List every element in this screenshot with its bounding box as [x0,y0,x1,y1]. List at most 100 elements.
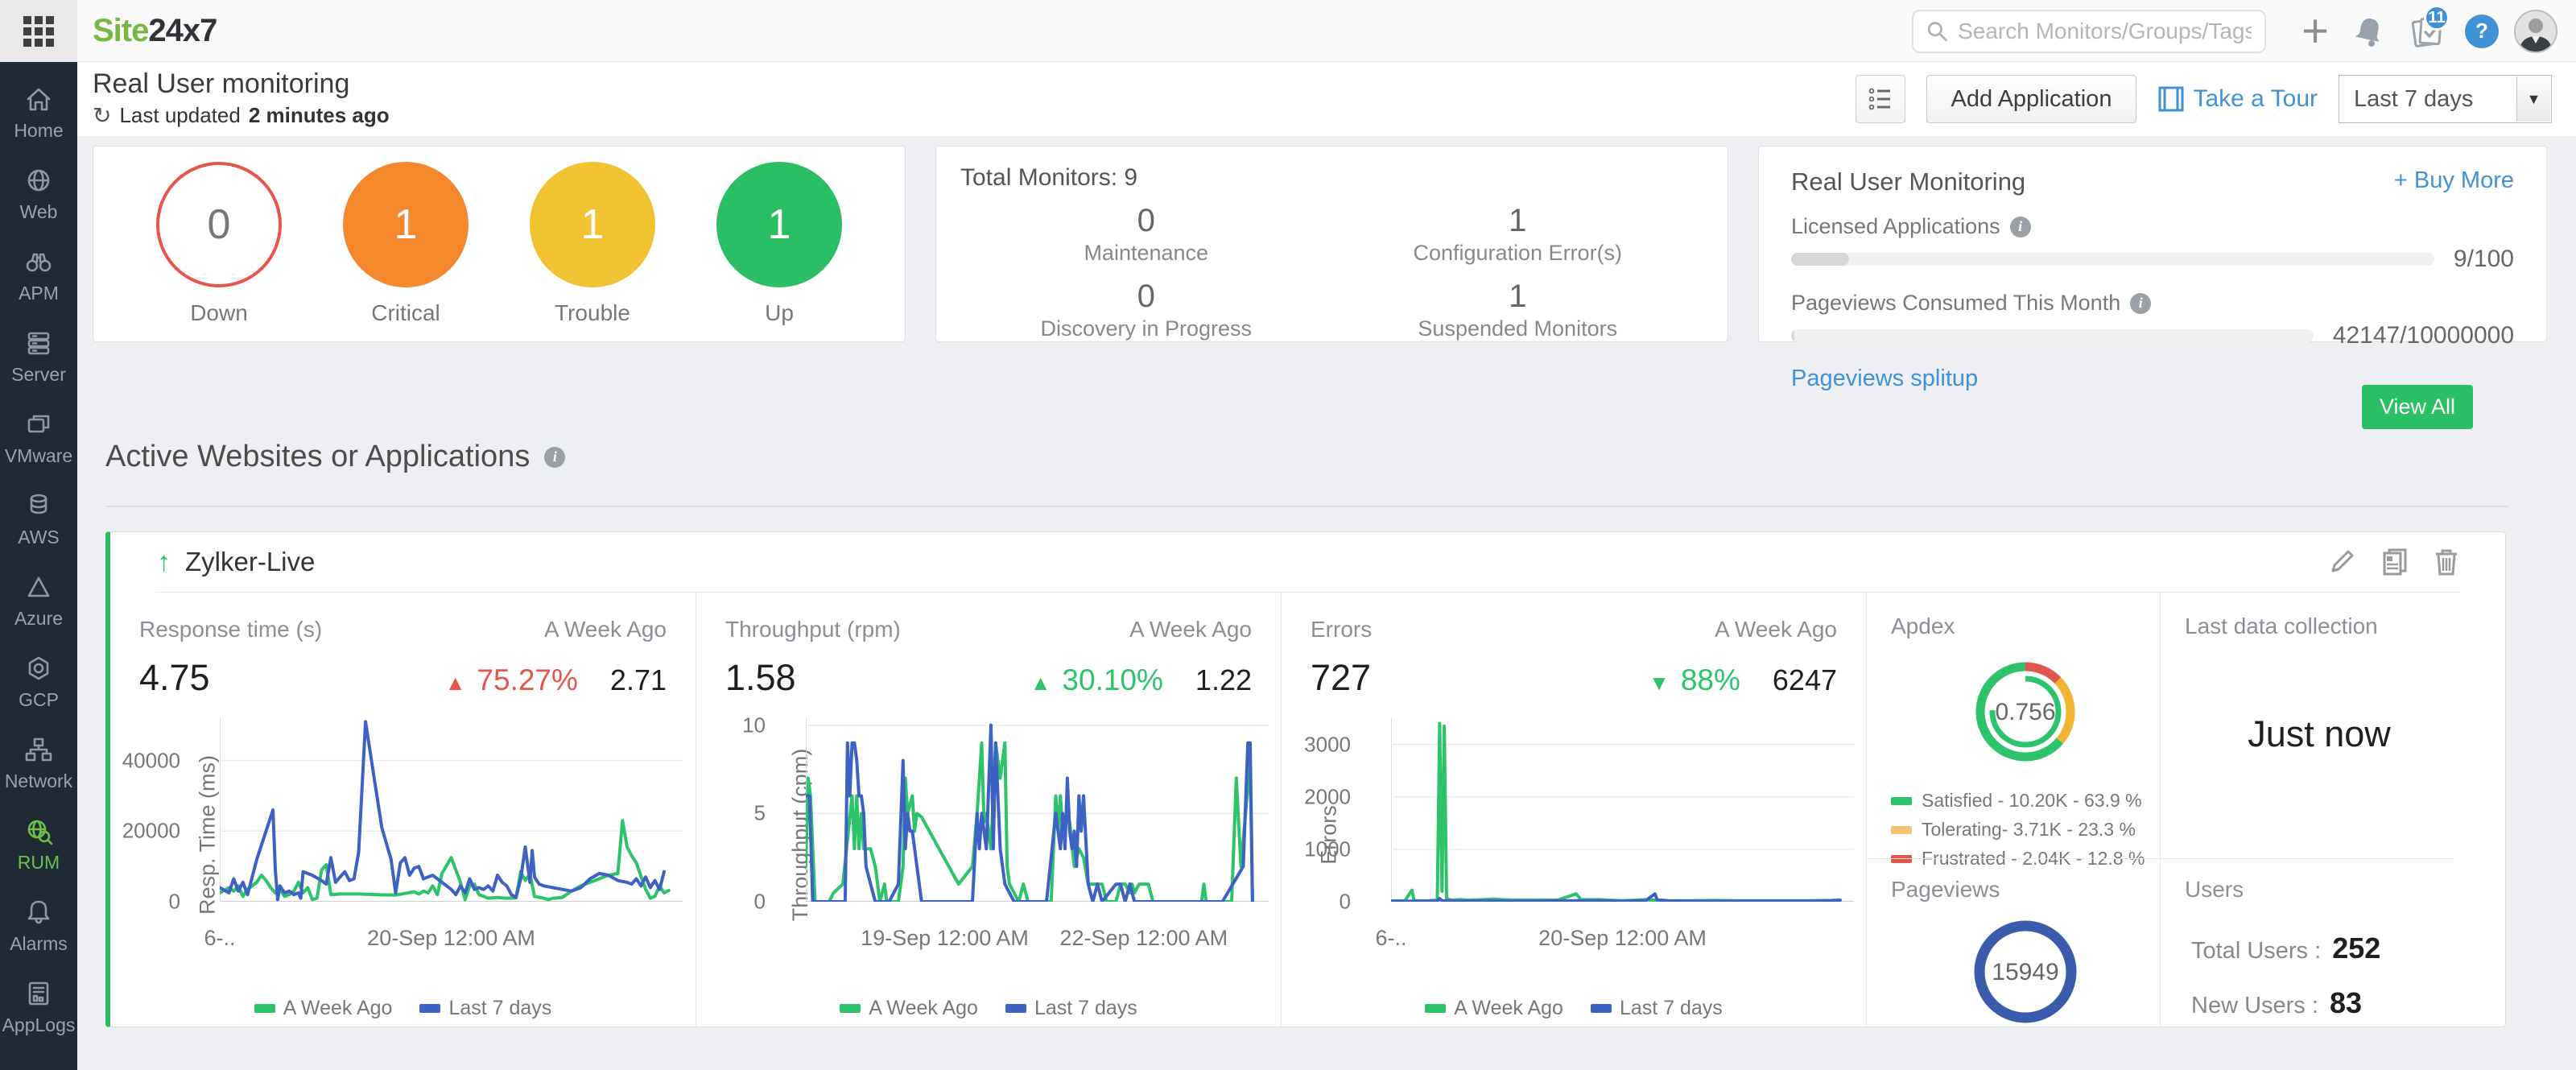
chart-legend: A Week AgoLast 7 days [725,997,1252,1020]
site24x7-logo[interactable]: Site24x7 [93,13,217,49]
applogs-icon [23,977,55,1010]
delete-icon[interactable] [2433,547,2460,577]
y-tick-label: 40000 [122,748,180,773]
throughput-panel: Throughput (rpm)A Week Ago 1.58 ▲30.10%1… [696,593,1281,1026]
status-down[interactable]: 0 Down [156,162,282,326]
status-summary-card: 0 Down 1 Critical 1 Trouble 1 Up [93,146,906,342]
sidebar-item-statusiq[interactable] [0,1047,77,1070]
users-title: Users [2185,877,2454,903]
notifications-bell-icon[interactable] [2347,0,2392,62]
sidebar-item-gcp[interactable]: GCP [0,641,77,722]
licensed-apps-progress [1791,253,2434,266]
y-tick-label: 2000 [1304,784,1351,809]
globe-icon [23,164,55,196]
azure-icon [23,571,55,603]
rum-license-card: Real User Monitoring + Buy More Licensed… [1758,146,2547,342]
discovery-count: 0Discovery in Progress [960,279,1332,341]
network-icon [23,733,55,766]
y-tick-label: 0 [754,890,766,915]
legend-entry: Last 7 days [419,997,551,1020]
rum-icon [23,815,55,847]
chevron-down-icon: ▼ [2516,76,2550,122]
server-icon [23,327,55,359]
info-icon[interactable]: i [544,447,565,468]
response-time-panel: Response time (s)A Week Ago 4.75 ▲75.27%… [110,593,696,1026]
bell-icon [23,896,55,928]
take-a-tour-link[interactable]: Take a Tour [2157,85,2318,114]
x-axis-label: 19-Sep 12:00 AM [861,926,1029,951]
buy-more-link[interactable]: + Buy More [2394,167,2514,194]
y-tick-label: 10 [742,713,766,737]
status-trouble[interactable]: 1 Trouble [530,162,655,326]
application-card-zylker-live: ↑ Zylker-Live Response time (s)A Week Ag… [105,531,2506,1027]
apdex-donut[interactable]: 0.756 [1891,644,2160,783]
sidebar-item-alarms[interactable]: Alarms [0,885,77,966]
suspended-count: 1Suspended Monitors [1332,279,1704,341]
status-up[interactable]: 1 Up [716,162,842,326]
sidebar-item-vmware[interactable]: VMware [0,397,77,478]
legend-entry: A Week Ago [254,997,393,1020]
refresh-icon[interactable]: ↻ [93,102,111,129]
sidebar-item-apm[interactable]: APM [0,234,77,316]
legend-entry: A Week Ago [1425,997,1563,1020]
sidebar-item-server[interactable]: Server [0,316,77,397]
response-time-chart[interactable]: Resp. Time (ms)020000400006-..20-Sep 12:… [139,710,667,960]
film-icon [2157,85,2185,114]
report-icon[interactable] [2380,547,2410,576]
change-percent: 75.27% [477,663,578,697]
apdex-title: Apdex [1891,613,2160,639]
y-tick-label: 1000 [1304,837,1351,861]
sidebar-item-applogs[interactable]: AppLogs [0,966,77,1047]
user-avatar[interactable] [2510,0,2562,62]
time-range-value: Last 7 days [2339,86,2473,113]
info-icon[interactable]: i [2130,293,2151,314]
sidebar-item-home[interactable]: Home [0,72,77,153]
last-data-value: Just now [2185,713,2454,755]
edit-icon[interactable] [2328,547,2357,576]
ordered-list-icon [1867,85,1894,113]
status-critical[interactable]: 1 Critical [343,162,469,326]
y-tick-label: 5 [754,801,766,826]
total-users-value: 252 [2332,932,2380,965]
tasks-icon[interactable]: 11 [2403,0,2451,62]
time-range-select[interactable]: Last 7 days ▼ [2339,75,2552,123]
sidebar-item-network[interactable]: Network [0,722,77,804]
last-data-title: Last data collection [2185,613,2454,639]
sidebar-item-rum[interactable]: RUM [0,804,77,885]
search-icon [1926,19,1948,43]
trend-arrow-icon: ▲ [445,671,466,696]
add-monitor-button[interactable]: + [2291,0,2339,62]
site24x7-rum-dashboard: Site24x7 + 11 ? Home Web APM [0,0,2576,1070]
top-bar: Site24x7 + 11 ? [0,0,2576,62]
pageviews-splitup-link[interactable]: Pageviews splitup [1791,366,1978,392]
sidebar-item-azure[interactable]: Azure [0,560,77,641]
errors-chart[interactable]: Errors01000200030006-..20-Sep 12:00 AM [1311,710,1837,960]
licensed-apps-value: 9/100 [2454,246,2514,273]
sidebar-item-aws[interactable]: AWS [0,478,77,560]
y-tick-label: 0 [1340,890,1351,915]
current-value: 727 [1311,657,1371,699]
global-search[interactable] [1912,10,2266,53]
config-error-count: 1Configuration Error(s) [1332,203,1704,266]
notification-count-badge: 11 [2424,5,2450,31]
apps-grid-icon [23,16,54,47]
search-input[interactable] [1958,19,2252,44]
throughput-chart[interactable]: Throughput (cpm)051019-Sep 12:00 AM22-Se… [725,710,1252,960]
app-launcher-button[interactable] [0,0,77,62]
binoculars-icon [23,246,55,278]
trend-arrow-icon: ▼ [1649,671,1670,696]
application-name[interactable]: Zylker-Live [185,547,315,577]
pageviews-ring[interactable]: 15949 [1891,915,2160,1028]
help-icon[interactable]: ? [2459,0,2504,62]
current-value: 4.75 [139,657,210,699]
compare-label: A Week Ago [544,617,667,642]
page-header: Real User monitoring ↻ Last updated 2 mi… [77,62,2576,138]
list-view-button[interactable] [1856,75,1905,123]
add-application-button[interactable]: Add Application [1926,75,2137,123]
info-icon[interactable]: i [2010,217,2031,238]
x-axis-label: 20-Sep 12:00 AM [367,926,535,951]
sidebar-item-web[interactable]: Web [0,153,77,234]
view-all-button[interactable]: View All [2362,385,2473,429]
chart-legend: A Week Ago Last 7 days [139,997,667,1020]
pageviews-progress [1791,329,2314,342]
